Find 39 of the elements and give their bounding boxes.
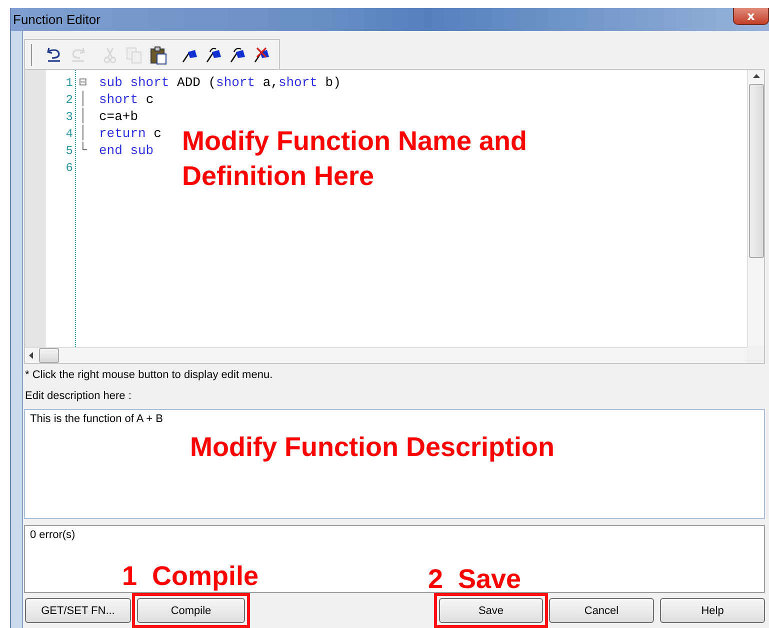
window-title: Function Editor	[13, 12, 100, 27]
line-number: 6	[64, 160, 73, 177]
error-count: 0 error(s)	[30, 529, 76, 541]
annotation-text: 2 Save	[428, 563, 522, 596]
fold-marker[interactable]: │	[79, 126, 87, 143]
scrollbar-thumb[interactable]	[39, 348, 59, 363]
annotation-text: 1 Compile	[122, 560, 260, 593]
fold-marker[interactable]: ⊟	[79, 75, 87, 92]
cancel-button[interactable]: Cancel	[549, 598, 654, 623]
line-number: 3	[64, 109, 73, 126]
line-number: 2	[64, 92, 73, 109]
line-number: 4	[64, 126, 73, 143]
compile-button[interactable]: Compile	[137, 598, 245, 623]
annotation-text: Modify Function Name and Definition Here	[182, 125, 528, 193]
hint-text: * Click the right mouse button to display edit menu.	[25, 369, 274, 381]
scroll-left-arrow-icon[interactable]	[29, 352, 33, 359]
code-line: sub short ADD (short a,short b)	[99, 75, 341, 92]
scrollbar-thumb[interactable]	[748, 84, 764, 258]
code-line: c=a+b	[99, 109, 138, 126]
clipboard-icon[interactable]	[148, 44, 168, 64]
code-line: end sub	[99, 143, 154, 160]
fold-marker[interactable]: └	[79, 143, 87, 160]
save-button[interactable]: Save	[439, 598, 543, 623]
scroll-up-arrow-icon[interactable]	[752, 74, 760, 78]
close-button[interactable]: x	[733, 8, 769, 25]
code-line: return c	[99, 126, 162, 143]
vertical-scrollbar[interactable]	[747, 70, 764, 347]
line-number: 1	[64, 75, 73, 92]
fold-marker[interactable]: │	[79, 109, 87, 126]
help-button[interactable]: Help	[660, 598, 765, 623]
horizontal-scrollbar[interactable]	[25, 347, 747, 363]
flag-cross-icon[interactable]	[252, 44, 272, 64]
description-label: Edit description here :	[25, 390, 132, 402]
annotation-text: Modify Function Description	[190, 431, 556, 464]
get-set-fn-button[interactable]: GET/SET FN...	[25, 598, 131, 623]
scrollbar-corner	[747, 347, 764, 363]
fold-marker[interactable]: │	[79, 92, 87, 109]
line-number: 5	[64, 143, 73, 160]
code-line: short c	[99, 92, 154, 109]
